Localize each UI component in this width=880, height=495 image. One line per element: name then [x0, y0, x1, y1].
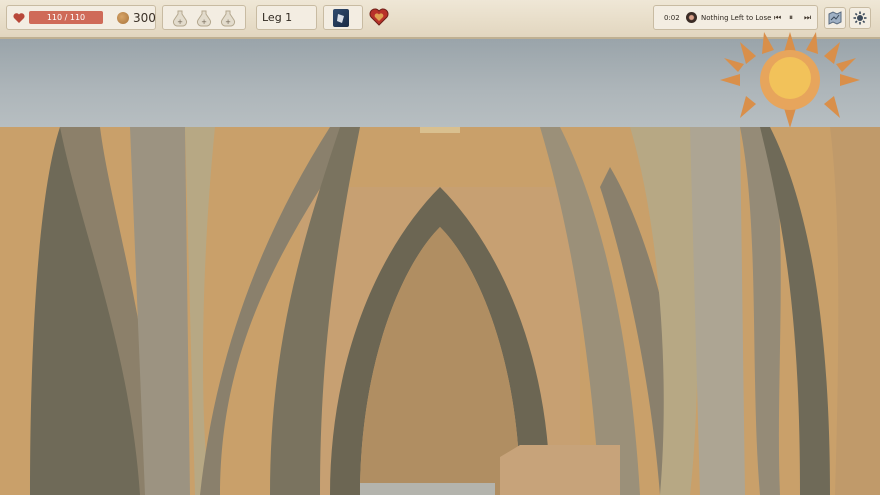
- relic-heart-icon[interactable]: [369, 7, 389, 27]
- settings-button[interactable]: [849, 7, 871, 29]
- coin-icon: [117, 12, 129, 24]
- track-elapsed-time: 0:02: [664, 14, 680, 22]
- sun-icon: [720, 32, 860, 128]
- potion-icon[interactable]: +: [219, 9, 237, 27]
- deck-icon: [333, 9, 349, 27]
- pause-button[interactable]: ⏸: [789, 6, 793, 30]
- health-bar: 110 / 110: [29, 11, 103, 24]
- track-title: Nothing Left to Lose: [701, 14, 772, 22]
- music-player: 0:02 Nothing Left to Lose ⏮ ⏸ ⏭: [653, 5, 818, 30]
- health-panel: 110 / 110 300: [6, 5, 156, 30]
- disc-icon: [686, 12, 697, 23]
- health-text: 110 / 110: [46, 13, 86, 22]
- svg-text:+: +: [225, 18, 231, 26]
- settings-icon: [853, 11, 867, 25]
- cathedral-arches-background: [0, 127, 880, 495]
- svg-text:+: +: [201, 18, 207, 26]
- potion-icon[interactable]: +: [171, 9, 189, 27]
- svg-text:+: +: [177, 18, 183, 26]
- potion-slots: + + +: [162, 5, 246, 30]
- map-icon: [828, 11, 842, 25]
- previous-track-button[interactable]: ⏮: [774, 6, 781, 30]
- map-button[interactable]: [824, 7, 846, 29]
- potion-icon[interactable]: +: [195, 9, 213, 27]
- leg-indicator: Leg 1: [256, 5, 317, 30]
- heart-icon: [13, 13, 25, 23]
- deck-button[interactable]: [323, 5, 363, 30]
- gold-amount: 300: [133, 11, 156, 25]
- leg-label: Leg 1: [262, 11, 293, 24]
- next-track-button[interactable]: ⏭: [804, 6, 811, 30]
